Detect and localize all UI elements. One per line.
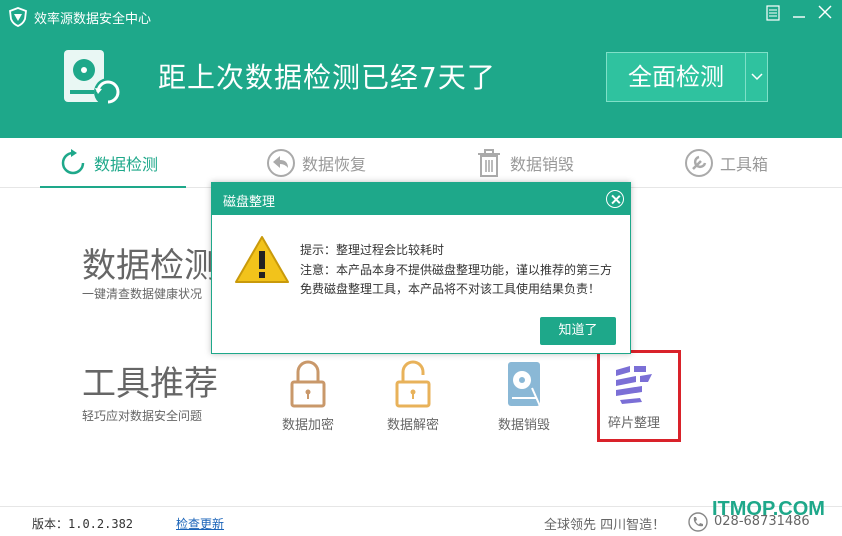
defrag-highlight-box <box>597 350 681 442</box>
disk-shred-icon <box>508 362 541 407</box>
shield-logo-icon <box>9 7 27 27</box>
dialog-title: 磁盘整理 <box>223 195 276 210</box>
title-bar[interactable]: 效率源数据安全中心 <box>0 0 842 32</box>
disk-scan-icon <box>64 50 122 106</box>
tools-title: 工具推荐 <box>82 364 218 404</box>
tools-subtitle: 轻巧应对数据安全问题 <box>82 409 203 423</box>
detect-subtitle: 一键清查数据健康状况 <box>82 287 203 301</box>
dialog-notice: 注意：本产品本身不提供磁盘整理功能，谨以推荐的第三方免费磁盘整理工具，本产品将不… <box>300 263 613 296</box>
tab-toolbox[interactable]: 工具箱 <box>684 146 768 180</box>
header-bar: 效率源数据安全中心 距上次数据检测已经7天了 全面检测 <box>0 0 842 138</box>
app-title: 效率源数据安全中心 <box>34 12 152 27</box>
refresh-icon <box>61 149 85 175</box>
dialog-ok-button[interactable]: 知道了 <box>540 317 616 345</box>
tool-label: 数据销毁 <box>497 418 550 433</box>
scan-options-dropdown[interactable] <box>746 52 768 102</box>
active-tab-indicator <box>40 186 186 188</box>
last-scan-message: 距上次数据检测已经7天了 <box>158 61 496 94</box>
menu-icon[interactable] <box>762 5 784 25</box>
back-arrow-icon <box>267 149 295 177</box>
detect-title: 数据检测 <box>82 246 218 286</box>
warning-icon <box>235 236 289 283</box>
tab-label: 数据恢复 <box>302 155 367 174</box>
version-label: 版本：1.0.2.382 <box>32 517 134 531</box>
minimize-icon[interactable] <box>788 5 810 25</box>
wrench-icon <box>685 149 713 177</box>
full-scan-button[interactable]: 全面检测 <box>606 52 746 102</box>
tool-destroy[interactable]: 数据销毁 <box>479 360 569 433</box>
dialog-header: 磁盘整理 <box>212 183 630 215</box>
unlock-icon <box>395 360 431 408</box>
check-update-link[interactable]: 检查更新 <box>176 515 224 532</box>
tab-label: 数据检测 <box>94 155 159 174</box>
close-icon[interactable] <box>814 5 836 25</box>
tab-data-recovery[interactable]: 数据恢复 <box>266 146 366 180</box>
tool-encrypt[interactable]: 数据加密 <box>263 360 353 433</box>
tab-label: 数据销毁 <box>510 155 575 174</box>
dialog-tip: 提示：整理过程会比较耗时 <box>300 243 445 257</box>
tool-label: 数据加密 <box>281 418 334 433</box>
phone-icon <box>688 512 708 532</box>
main-tabs: 数据检测 数据恢复 数据销毁 工具箱 <box>0 138 842 188</box>
tab-label: 工具箱 <box>720 155 769 174</box>
watermark: ITMOP.COM <box>712 498 825 520</box>
trash-icon <box>478 149 500 177</box>
slogan: 全球领先 四川智造！ <box>544 518 666 533</box>
tab-data-detect[interactable]: 数据检测 <box>58 146 158 180</box>
tool-label: 数据解密 <box>386 418 439 433</box>
dialog-close-icon[interactable] <box>606 190 624 208</box>
tool-decrypt[interactable]: 数据解密 <box>368 360 458 433</box>
disk-defrag-dialog: 磁盘整理 提示：整理过程会比较耗时 注意：本产品本身不提供磁盘整理功能，谨以推荐… <box>211 182 631 354</box>
lock-icon <box>290 360 326 408</box>
tab-data-destroy[interactable]: 数据销毁 <box>474 146 574 180</box>
chevron-down-icon <box>751 73 763 81</box>
